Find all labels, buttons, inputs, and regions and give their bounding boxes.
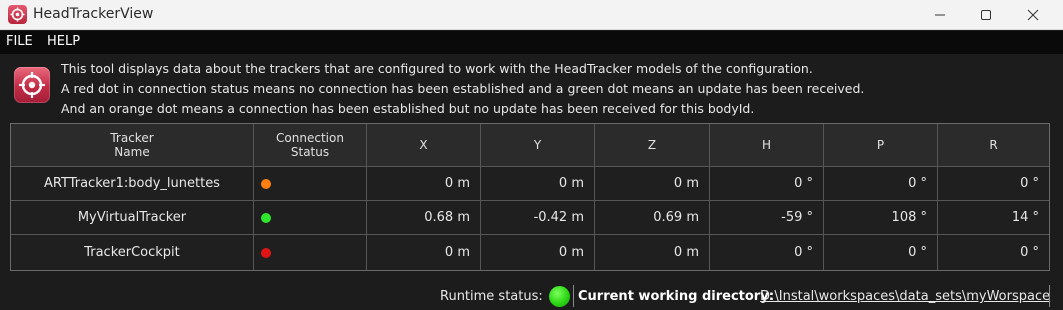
y-cell[interactable]: 0 m [481, 167, 595, 201]
x-cell[interactable]: 0 m [367, 167, 481, 201]
x-cell[interactable]: 0.68 m [367, 201, 481, 235]
minimize-icon [935, 14, 945, 16]
header-status-line2: Status [290, 145, 330, 159]
column-header-x[interactable]: X [367, 124, 481, 167]
header-name-line1: Tracker [110, 131, 154, 145]
menu-file[interactable]: FILE [6, 34, 33, 49]
target-icon [14, 67, 50, 103]
tracker-table: Tracker Name Connection Status X Y Z H P… [10, 123, 1050, 271]
column-header-p[interactable]: P [824, 124, 938, 167]
tracker-name-cell[interactable]: MyVirtualTracker [11, 201, 254, 235]
column-header-name[interactable]: Tracker Name [11, 124, 254, 167]
tracker-name-cell[interactable]: TrackerCockpit [11, 235, 254, 270]
connection-status-cell[interactable] [254, 201, 367, 235]
info-text-line: And an orange dot means a connection has… [61, 101, 755, 116]
p-cell[interactable]: 0 ° [824, 167, 938, 201]
z-cell[interactable]: 0 m [595, 235, 710, 270]
info-text-line: This tool displays data about the tracke… [61, 61, 813, 76]
maximize-icon [981, 10, 991, 20]
h-cell[interactable]: 0 ° [710, 235, 824, 270]
column-header-y[interactable]: Y [481, 124, 595, 167]
connection-status-cell[interactable] [254, 235, 367, 270]
column-header-r[interactable]: R [938, 124, 1049, 167]
menu-help[interactable]: HELP [47, 34, 80, 49]
cwd-label: Current working directory: [578, 289, 774, 304]
close-button[interactable] [1010, 0, 1056, 30]
menu-bar: FILE HELP [0, 31, 1063, 54]
column-header-z[interactable]: Z [595, 124, 710, 167]
title-bar: HeadTrackerView [0, 0, 1063, 30]
status-separator [1049, 285, 1050, 307]
column-header-h[interactable]: H [710, 124, 824, 167]
minimize-button[interactable] [917, 0, 963, 30]
r-cell[interactable]: 0 ° [938, 167, 1049, 201]
r-cell[interactable]: 0 ° [938, 235, 1049, 270]
h-cell[interactable]: -59 ° [710, 201, 824, 235]
cwd-link[interactable]: D:\Instal\workspaces\data_sets\myWorspac… [760, 289, 1050, 304]
status-separator [573, 285, 574, 307]
runtime-status-label: Runtime status: [440, 289, 543, 304]
window-title: HeadTrackerView [33, 6, 154, 22]
runtime-status-indicator [549, 286, 570, 307]
info-text-line: A red dot in connection status means no … [61, 81, 865, 96]
header-status-line1: Connection [276, 131, 344, 145]
tracker-name-cell[interactable]: ARTTracker1:body_lunettes [11, 167, 254, 201]
z-cell[interactable]: 0.69 m [595, 201, 710, 235]
maximize-button[interactable] [963, 0, 1009, 30]
status-dot-icon [261, 178, 271, 189]
close-icon [1027, 9, 1039, 21]
p-cell[interactable]: 108 ° [824, 201, 938, 235]
z-cell[interactable]: 0 m [595, 167, 710, 201]
h-cell[interactable]: 0 ° [710, 167, 824, 201]
y-cell[interactable]: 0 m [481, 235, 595, 270]
connection-status-cell[interactable] [254, 167, 367, 201]
p-cell[interactable]: 0 ° [824, 235, 938, 270]
r-cell[interactable]: 14 ° [938, 201, 1049, 235]
y-cell[interactable]: -0.42 m [481, 201, 595, 235]
x-cell[interactable]: 0 m [367, 235, 481, 270]
status-dot-icon [261, 247, 271, 258]
header-name-line2: Name [114, 145, 150, 159]
column-header-status[interactable]: Connection Status [254, 124, 367, 167]
status-dot-icon [261, 212, 271, 223]
target-icon [8, 5, 27, 24]
